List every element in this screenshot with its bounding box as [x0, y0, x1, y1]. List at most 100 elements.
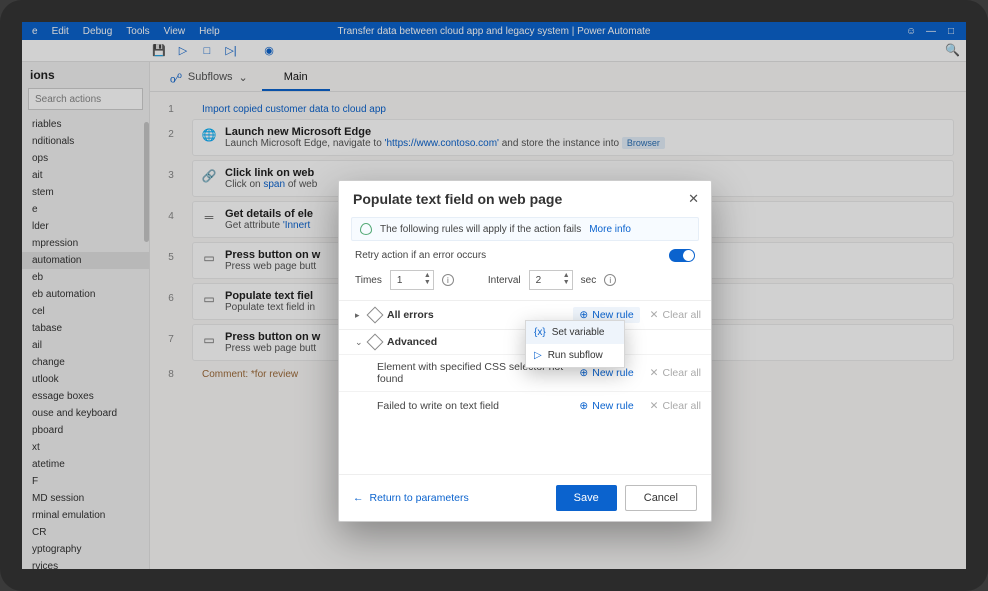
clear-all-button[interactable]: ✕ Clear all — [650, 367, 701, 379]
cancel-button[interactable]: Cancel — [625, 485, 697, 511]
subflow-icon: o∕o — [170, 70, 182, 85]
line-number: 3 — [150, 160, 192, 181]
details-icon: ═ — [201, 209, 217, 225]
rule-row[interactable]: Failed to write on text field ⊕ New rule… — [339, 391, 711, 420]
seconds-label: sec — [581, 275, 597, 286]
button-icon: ▭ — [201, 250, 217, 266]
sidebar-item[interactable]: lder — [22, 218, 149, 235]
clear-all-button[interactable]: ✕ Clear all — [650, 309, 701, 321]
tab-main[interactable]: Main — [262, 65, 330, 91]
menu-edit[interactable]: Edit — [52, 26, 69, 37]
sidebar-item[interactable]: xt — [22, 439, 149, 456]
actions-sidebar: ions Search actions riablesnditionalsops… — [22, 62, 150, 569]
plus-icon: ⊕ — [579, 367, 588, 379]
sidebar-item[interactable]: eb automation — [22, 286, 149, 303]
sidebar-item[interactable]: rvices — [22, 558, 149, 569]
plus-icon: ⊕ — [579, 400, 588, 412]
save-button[interactable]: Save — [556, 485, 617, 511]
sidebar-item[interactable]: stem — [22, 184, 149, 201]
step-icon[interactable]: ▷| — [222, 42, 240, 60]
variable-icon: {x} — [534, 327, 546, 338]
subflows-dropdown[interactable]: o∕o Subflows ⌄ — [160, 64, 258, 91]
sidebar-item[interactable]: mpression — [22, 235, 149, 252]
error-icon — [367, 307, 384, 324]
sidebar-heading: ions — [22, 62, 149, 86]
sidebar-item[interactable]: ail — [22, 337, 149, 354]
sidebar-item[interactable]: MD session — [22, 490, 149, 507]
region-heading[interactable]: Import copied customer data to cloud app — [192, 100, 396, 119]
chevron-down-icon: ⌄ — [239, 71, 248, 84]
info-banner: The following rules will apply if the ac… — [351, 217, 699, 241]
browser-icon: 🌐 — [201, 127, 217, 143]
sidebar-item[interactable]: F — [22, 473, 149, 490]
menu-debug[interactable]: Debug — [83, 26, 112, 37]
sidebar-item[interactable]: tabase — [22, 320, 149, 337]
x-icon: ✕ — [650, 309, 659, 321]
sidebar-item[interactable]: CR — [22, 524, 149, 541]
times-input[interactable]: 1 ▲▼ — [390, 270, 434, 290]
comment-line[interactable]: Comment: *for review — [192, 365, 308, 384]
line-number: 7 — [150, 324, 192, 345]
line-number: 2 — [150, 119, 192, 140]
sidebar-item[interactable]: rminal emulation — [22, 507, 149, 524]
sidebar-item[interactable]: cel — [22, 303, 149, 320]
new-rule-button[interactable]: ⊕ New rule — [573, 398, 639, 414]
sidebar-item[interactable]: utlook — [22, 371, 149, 388]
sidebar-scrollbar[interactable] — [144, 122, 149, 242]
menu-view[interactable]: View — [164, 26, 186, 37]
action-card[interactable]: 🌐 Launch new Microsoft Edge Launch Micro… — [192, 119, 954, 156]
variable-badge: Browser — [622, 137, 665, 149]
search-icon[interactable]: 🔍 — [945, 43, 960, 57]
spinner-icon[interactable]: ▲▼ — [563, 272, 570, 286]
menu-file[interactable]: e — [32, 26, 38, 37]
sidebar-item[interactable]: yptography — [22, 541, 149, 558]
return-to-parameters-link[interactable]: ← Return to parameters — [353, 492, 469, 504]
textfield-icon: ▭ — [201, 291, 217, 307]
button-icon: ▭ — [201, 332, 217, 348]
x-icon: ✕ — [650, 367, 659, 379]
minimize-icon[interactable]: — — [926, 26, 936, 37]
search-actions-input[interactable]: Search actions — [28, 88, 143, 110]
sidebar-item[interactable]: atetime — [22, 456, 149, 473]
retry-toggle[interactable] — [669, 249, 695, 262]
sidebar-item[interactable]: ait — [22, 167, 149, 184]
sidebar-item[interactable]: pboard — [22, 422, 149, 439]
close-icon[interactable]: ✕ — [688, 191, 699, 207]
x-icon: ✕ — [650, 400, 659, 412]
new-rule-menu: {x} Set variable ▷ Run subflow — [525, 320, 625, 368]
sidebar-item[interactable]: riables — [22, 116, 149, 133]
clear-all-button[interactable]: ✕ Clear all — [650, 400, 701, 412]
dialog-title: Populate text field on web page — [353, 191, 688, 207]
save-icon[interactable]: 💾 — [150, 42, 168, 60]
shield-icon — [360, 223, 372, 235]
arrow-left-icon: ← — [353, 492, 364, 504]
info-icon[interactable]: i — [442, 274, 454, 286]
retry-label: Retry action if an error occurs — [355, 250, 486, 261]
interval-input[interactable]: 2 ▲▼ — [529, 270, 573, 290]
line-number: 8 — [150, 365, 192, 384]
spinner-icon[interactable]: ▲▼ — [424, 272, 431, 286]
maximize-icon[interactable]: □ — [946, 26, 956, 37]
sidebar-item[interactable]: eb — [22, 269, 149, 286]
feedback-icon[interactable]: ☺ — [906, 26, 916, 37]
more-info-link[interactable]: More info — [589, 224, 631, 235]
sidebar-item[interactable]: e — [22, 201, 149, 218]
menu-help[interactable]: Help — [199, 26, 220, 37]
menu-set-variable[interactable]: {x} Set variable — [526, 321, 624, 344]
info-icon[interactable]: i — [604, 274, 616, 286]
stop-icon[interactable]: □ — [198, 42, 216, 60]
sidebar-item[interactable]: automation — [22, 252, 149, 269]
run-icon[interactable]: ▷ — [174, 42, 192, 60]
sidebar-item[interactable]: essage boxes — [22, 388, 149, 405]
menu-run-subflow[interactable]: ▷ Run subflow — [526, 344, 624, 367]
line-number: 5 — [150, 242, 192, 263]
menu-tools[interactable]: Tools — [126, 26, 149, 37]
line-number: 1 — [150, 100, 192, 119]
record-icon[interactable]: ◉ — [260, 42, 278, 60]
chevron-right-icon: ▸ — [355, 310, 367, 321]
sidebar-item[interactable]: nditionals — [22, 133, 149, 150]
sidebar-item[interactable]: change — [22, 354, 149, 371]
sidebar-item[interactable]: ouse and keyboard — [22, 405, 149, 422]
play-icon: ▷ — [534, 350, 542, 361]
sidebar-item[interactable]: ops — [22, 150, 149, 167]
